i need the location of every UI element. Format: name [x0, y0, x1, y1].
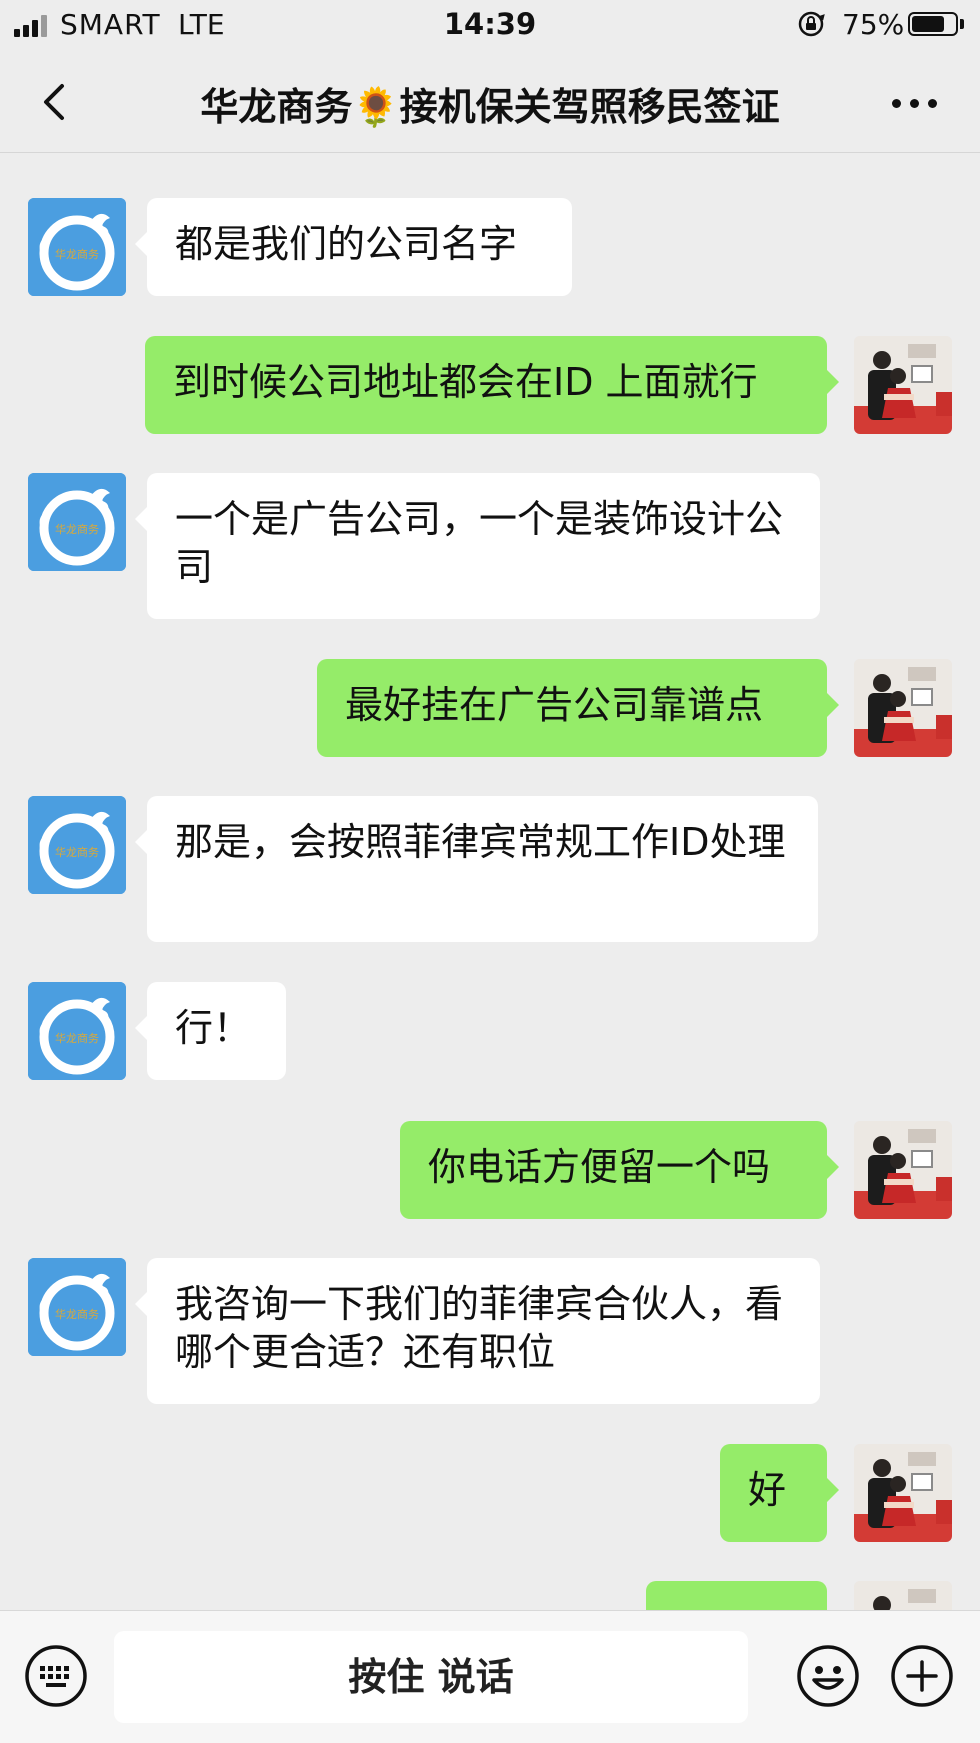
contact-avatar[interactable]: 华龙商务 [28, 1258, 126, 1356]
message-bubble[interactable]: 行！ [135, 982, 286, 1080]
svg-text:华龙商务: 华龙商务 [55, 845, 99, 859]
contact-avatar[interactable]: 华龙商务 [28, 473, 126, 571]
my-avatar[interactable] [854, 1581, 952, 1610]
emoji-icon[interactable] [796, 1644, 860, 1708]
outgoing-message: 你电话方便留一个吗 [0, 1121, 980, 1219]
status-bar: SMART LTE 14:39 75% [0, 0, 980, 52]
battery-nub [960, 19, 964, 29]
battery-icon [908, 12, 958, 36]
message-bubble[interactable]: 你电话方便留一个吗 [400, 1121, 839, 1219]
more-options-icon[interactable] [882, 88, 946, 118]
svg-text:华龙商务: 华龙商务 [55, 1307, 99, 1321]
my-avatar[interactable] [854, 1444, 952, 1542]
message-bubble[interactable]: 我咨询一下我们的菲律宾合伙人，看哪个更合适？还有职位 [135, 1258, 820, 1404]
outgoing-message [0, 1581, 980, 1610]
my-avatar[interactable] [854, 1121, 952, 1219]
contact-avatar[interactable]: 华龙商务 [28, 796, 126, 894]
keyboard-icon[interactable] [24, 1644, 88, 1708]
message-bubble[interactable]: 都是我们的公司名字 [135, 198, 572, 296]
outgoing-message: 好 [0, 1444, 980, 1542]
incoming-message: 华龙商务 我咨询一下我们的菲律宾合伙人，看哪个更合适？还有职位 [0, 1258, 980, 1404]
incoming-message: 华龙商务 行！ [0, 982, 980, 1080]
message-bubble[interactable]: 好 [720, 1444, 839, 1542]
input-bar: 按住 说话 [0, 1610, 980, 1743]
svg-text:华龙商务: 华龙商务 [55, 247, 99, 261]
svg-text:华龙商务: 华龙商务 [55, 522, 99, 536]
nav-bar: 华龙商务🌻接机保关驾照移民签证 [0, 52, 980, 153]
contact-avatar[interactable]: 华龙商务 [28, 198, 126, 296]
battery-level [912, 16, 944, 32]
message-bubble[interactable]: 一个是广告公司，一个是装饰设计公司 [135, 473, 820, 619]
chat-title: 华龙商务🌻接机保关驾照移民签证 [200, 85, 780, 129]
status-time: 14:39 [443, 7, 537, 41]
incoming-message: 华龙商务 都是我们的公司名字 [0, 198, 980, 296]
chat-screen: SMART LTE 14:39 75% 华龙商务🌻接机保关驾照移民签证 华龙商务… [0, 0, 980, 1743]
contact-avatar[interactable]: 华龙商务 [28, 982, 126, 1080]
message-bubble[interactable] [646, 1581, 827, 1610]
message-bubble[interactable]: 最好挂在广告公司靠谱点 [317, 659, 839, 757]
message-bubble[interactable]: 那是，会按照菲律宾常规工作ID处理 [135, 796, 818, 942]
outgoing-message: 最好挂在广告公司靠谱点 [0, 659, 980, 757]
battery-percent: 75% [842, 8, 905, 41]
my-avatar[interactable] [854, 336, 952, 434]
svg-text:华龙商务: 华龙商务 [55, 1031, 99, 1045]
message-bubble[interactable]: 到时候公司地址都会在ID 上面就行 [145, 336, 839, 434]
plus-icon[interactable] [890, 1644, 954, 1708]
back-chevron-icon[interactable] [28, 74, 84, 130]
my-avatar[interactable] [854, 659, 952, 757]
hold-to-talk-button[interactable]: 按住 说话 [114, 1631, 748, 1723]
incoming-message: 华龙商务 那是，会按照菲律宾常规工作ID处理 [0, 796, 980, 942]
message-list[interactable]: 华龙商务 都是我们的公司名字 到时候公司地址都会在ID 上面就行 华龙商务 一个是广告公… [0, 153, 980, 1610]
outgoing-message: 到时候公司地址都会在ID 上面就行 [0, 336, 980, 434]
rotation-lock-icon [798, 11, 825, 37]
incoming-message: 华龙商务 一个是广告公司，一个是装饰设计公司 [0, 473, 980, 619]
